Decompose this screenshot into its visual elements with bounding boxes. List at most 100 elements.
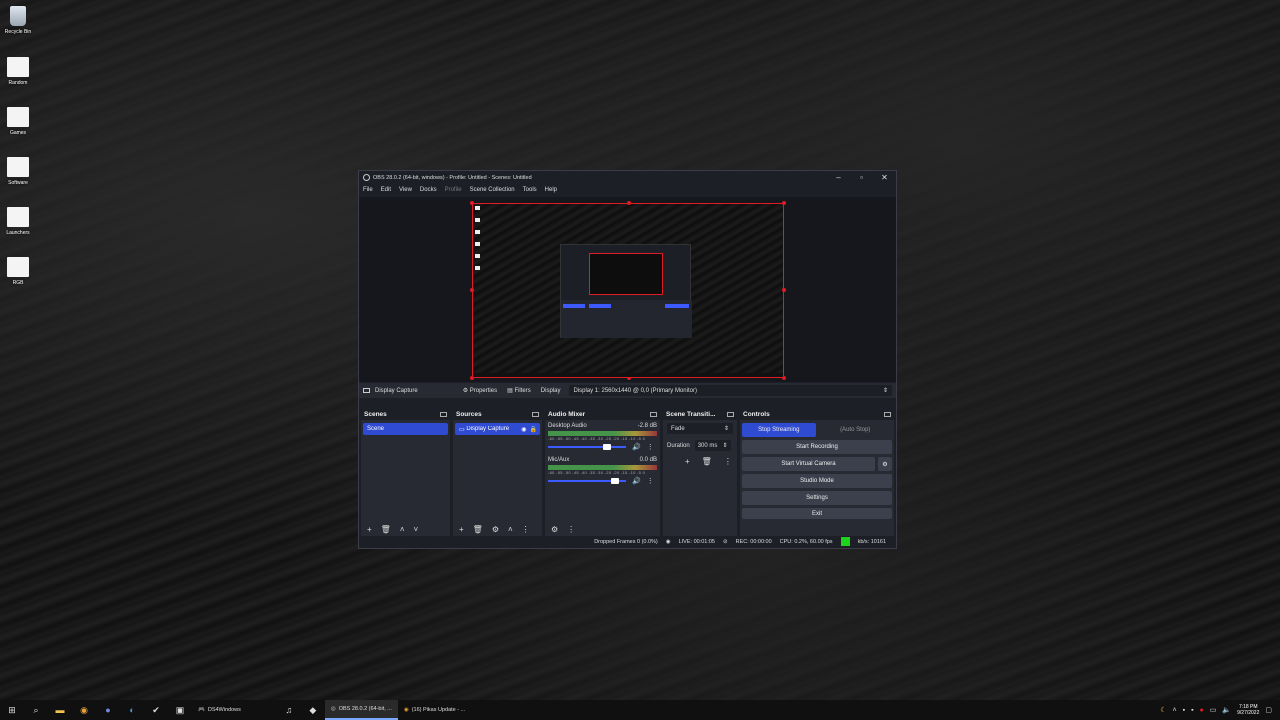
- source-properties-button[interactable]: ⚙: [492, 525, 499, 534]
- meter-ticks: -60 -55 -50 -45 -40 -35 -30 -25 -20 -15 …: [548, 470, 646, 475]
- preview-area: [359, 197, 896, 382]
- discord-button[interactable]: ●: [96, 700, 120, 720]
- desktop-icon-games[interactable]: Games: [0, 107, 36, 136]
- close-button[interactable]: ✕: [873, 173, 896, 182]
- start-button[interactable]: ⊞: [0, 700, 24, 720]
- menu-edit[interactable]: Edit: [381, 187, 391, 193]
- duration-spinbox[interactable]: 300 ms ⇕: [694, 440, 731, 451]
- network-icon[interactable]: ▭: [1210, 706, 1217, 714]
- chevron-updown-icon: ⇕: [722, 443, 728, 449]
- taskbar-app-chrome[interactable]: ◉ (16) Pikas Update - ...: [398, 700, 471, 720]
- clock[interactable]: 7:18 PM 9/27/2022: [1237, 704, 1259, 716]
- title-bar[interactable]: OBS 28.0.2 (64-bit, windows) - Profile: …: [359, 171, 896, 184]
- transition-select[interactable]: Fade ⇕: [667, 423, 733, 434]
- menu-docks[interactable]: Docks: [420, 187, 437, 193]
- volume-slider-thumb[interactable]: [611, 478, 619, 484]
- exit-button[interactable]: Exit: [742, 508, 892, 519]
- record-tray-icon[interactable]: ●: [1200, 707, 1204, 714]
- source-item[interactable]: ▭ Display Capture ◉ 🔒: [455, 423, 540, 435]
- search-button[interactable]: ⌕: [24, 700, 48, 720]
- folder-icon: [7, 207, 29, 227]
- auto-stop-button[interactable]: (Auto Stop): [818, 423, 892, 437]
- studio-mode-button[interactable]: Studio Mode: [742, 474, 892, 488]
- menu-profile[interactable]: Profile: [445, 187, 462, 193]
- properties-button[interactable]: ⚙ Properties: [458, 385, 502, 396]
- current-source: Display Capture: [363, 388, 418, 394]
- lock-icon[interactable]: 🔒: [530, 426, 540, 433]
- minimize-button[interactable]: –: [827, 173, 850, 182]
- resize-handle[interactable]: [782, 201, 786, 205]
- tray-app-icon[interactable]: ▪: [1183, 707, 1185, 714]
- app-button[interactable]: ◆: [301, 700, 325, 720]
- remove-transition-button[interactable]: 🗑: [702, 457, 712, 466]
- scenes-dock-header: Scenes: [361, 409, 450, 420]
- preview-mini-desktop-icons: [475, 206, 481, 278]
- menu-view[interactable]: View: [399, 187, 412, 193]
- more-options-button[interactable]: ⋮: [567, 525, 575, 534]
- undock-icon[interactable]: [884, 412, 891, 417]
- display-select[interactable]: Display 1: 2560x1440 @ 0,0 (Primary Moni…: [569, 385, 892, 396]
- more-options-button[interactable]: ⋮: [522, 525, 530, 534]
- undock-icon[interactable]: [727, 412, 734, 417]
- scene-item[interactable]: Scene: [363, 423, 448, 435]
- volume-slider[interactable]: [548, 444, 626, 450]
- resize-handle[interactable]: [627, 201, 631, 205]
- filters-button[interactable]: ▤ Filters: [502, 385, 536, 396]
- start-recording-button[interactable]: Start Recording: [742, 440, 892, 454]
- notification-icon[interactable]: ▢: [1265, 706, 1272, 714]
- night-light-icon[interactable]: ☾: [1160, 706, 1166, 714]
- eye-icon[interactable]: ◉: [521, 426, 529, 433]
- resize-handle[interactable]: [470, 201, 474, 205]
- app-button[interactable]: ▣: [168, 700, 192, 720]
- desktop-icon-recycle-bin[interactable]: Recycle Bin: [0, 6, 36, 35]
- file-explorer-button[interactable]: ▬: [48, 700, 72, 720]
- steam-button[interactable]: ✔: [144, 700, 168, 720]
- menu-file[interactable]: File: [363, 187, 373, 193]
- virtual-camera-settings-button[interactable]: ⚙: [878, 457, 892, 471]
- desktop-icon-software[interactable]: Software: [0, 157, 36, 186]
- more-options-button[interactable]: ⋮: [647, 477, 654, 485]
- search-icon: ⌕: [33, 704, 39, 715]
- more-options-button[interactable]: ⋮: [724, 457, 732, 466]
- menu-help[interactable]: Help: [545, 187, 557, 193]
- speaker-icon[interactable]: 🔊: [632, 443, 641, 451]
- move-up-button[interactable]: ˄: [400, 525, 405, 534]
- stop-streaming-button[interactable]: Stop Streaming: [742, 423, 816, 437]
- resize-handle[interactable]: [470, 288, 474, 292]
- undock-icon[interactable]: [532, 412, 539, 417]
- more-options-button[interactable]: ⋮: [647, 443, 654, 451]
- volume-icon[interactable]: 🔈: [1222, 706, 1231, 714]
- menu-tools[interactable]: Tools: [523, 187, 537, 193]
- desktop-icon-rgb[interactable]: RGB: [0, 257, 36, 286]
- start-virtual-camera-button[interactable]: Start Virtual Camera: [742, 457, 875, 471]
- chevron-updown-icon: ⇕: [882, 388, 888, 394]
- advanced-audio-button[interactable]: ⚙: [551, 525, 558, 534]
- volume-slider[interactable]: [548, 478, 626, 484]
- media-button[interactable]: ♫: [277, 700, 301, 720]
- settings-button[interactable]: Settings: [742, 491, 892, 505]
- undock-icon[interactable]: [650, 412, 657, 417]
- add-transition-button[interactable]: +: [685, 457, 690, 466]
- maximize-button[interactable]: ▫: [850, 173, 873, 182]
- resize-handle[interactable]: [782, 288, 786, 292]
- desktop-icon-random[interactable]: Random: [0, 57, 36, 86]
- tray-app-icon[interactable]: ▪: [1191, 707, 1193, 714]
- preview-display-capture[interactable]: [470, 201, 786, 380]
- chevron-up-icon[interactable]: ˄: [1172, 707, 1176, 714]
- undock-icon[interactable]: [440, 412, 447, 417]
- remove-source-button[interactable]: 🗑: [473, 525, 483, 534]
- edge-button[interactable]: ◐: [120, 700, 144, 720]
- add-source-button[interactable]: +: [459, 525, 464, 534]
- taskbar-app-ds4windows[interactable]: 🎮 DS4Windows: [192, 700, 247, 720]
- desktop-icon-launchers[interactable]: Launchers: [0, 207, 36, 236]
- folder-icon: [7, 257, 29, 277]
- taskbar-app-obs[interactable]: ◎ OBS 28.0.2 (64-bit, ...: [324, 700, 398, 720]
- chrome-button[interactable]: ◉: [72, 700, 96, 720]
- move-up-button[interactable]: ˄: [508, 525, 513, 534]
- speaker-icon[interactable]: 🔊: [632, 477, 641, 485]
- move-down-button[interactable]: ˅: [414, 525, 419, 534]
- remove-scene-button[interactable]: 🗑: [381, 525, 391, 534]
- volume-slider-thumb[interactable]: [602, 444, 611, 450]
- add-scene-button[interactable]: +: [367, 525, 372, 534]
- menu-scene-collection[interactable]: Scene Collection: [470, 187, 515, 193]
